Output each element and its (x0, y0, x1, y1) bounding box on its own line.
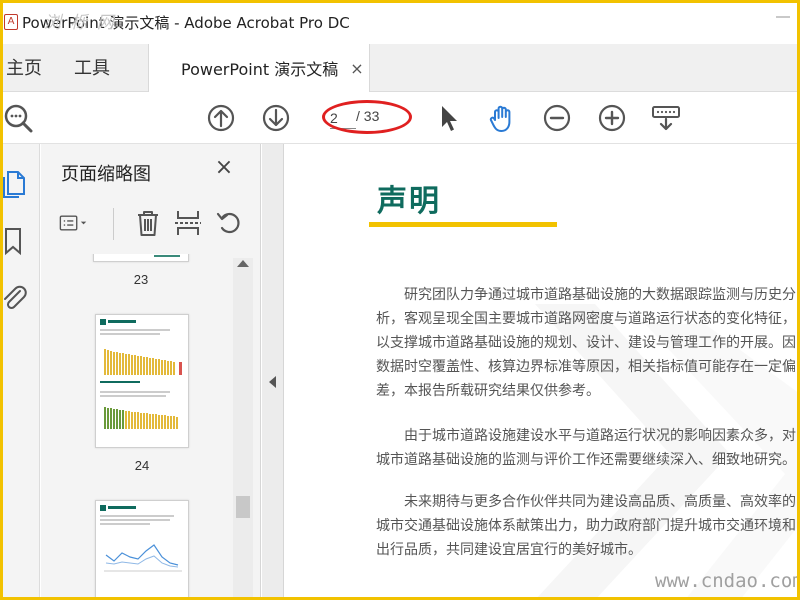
scroll-thumb[interactable] (236, 496, 250, 518)
tab-bar: 主页 工具 PowerPoint 演示文稿 × (0, 44, 800, 92)
tab-document[interactable]: PowerPoint 演示文稿 × (148, 44, 370, 92)
document-view[interactable]: 声明 研究团队力争通过城市道路基础设施的大数据跟踪监测与历史分析，客观呈现全国主… (285, 144, 800, 600)
extract-icon[interactable] (173, 208, 203, 238)
hand-tool-icon[interactable] (486, 102, 518, 134)
menu-home[interactable]: 主页 (6, 54, 42, 80)
menu-tools[interactable]: 工具 (74, 54, 110, 80)
collapse-arrow-icon[interactable] (269, 376, 276, 388)
corner-watermark: 浏 栎 网 (44, 13, 116, 33)
navigation-rail (0, 144, 40, 600)
page-thumbnails-icon[interactable] (0, 168, 28, 198)
zoom-in-icon[interactable] (596, 102, 628, 134)
acrobat-app-icon: A (4, 14, 18, 30)
thumbnail-24-preview (100, 319, 182, 429)
keyboard-icon[interactable] (650, 102, 682, 134)
thumbnail-page-25[interactable] (95, 500, 189, 600)
page-down-icon[interactable] (260, 102, 292, 134)
thumbnail-page-23[interactable] (93, 254, 189, 262)
zoom-out-icon[interactable] (541, 102, 573, 134)
panel-toolbar (41, 200, 261, 248)
thumbnail-list: 23 24 (49, 254, 233, 600)
window-control-mark (776, 16, 790, 26)
tab-label: PowerPoint 演示文稿 (181, 60, 339, 79)
title-bar: A PowerPoint 演示文稿 - Adobe Acrobat Pro DC (0, 0, 800, 44)
toolbar-divider (113, 208, 114, 240)
thumbnail-page-number: 23 (133, 272, 149, 287)
panel-close-icon[interactable]: × (213, 157, 235, 179)
page-thumbnails-panel: 页面缩略图 × 23 24 (41, 144, 261, 600)
heading-underline (369, 222, 557, 227)
search-icon[interactable] (2, 102, 34, 134)
rotate-icon[interactable] (215, 208, 245, 238)
page-navigation: / 33 (322, 100, 412, 134)
attachment-icon[interactable] (0, 282, 28, 312)
panel-title: 页面缩略图 (61, 164, 151, 185)
thumbnail-25-preview (100, 505, 182, 572)
tab-close-icon[interactable]: × (350, 59, 363, 78)
select-pointer-icon[interactable] (432, 102, 464, 134)
scroll-up-arrow-icon[interactable] (237, 260, 249, 267)
highlight-ellipse (322, 100, 412, 134)
page-up-icon[interactable] (205, 102, 237, 134)
site-watermark: www.cndao.com (655, 570, 800, 592)
thumbnail-scrollbar[interactable] (233, 258, 253, 600)
panel-collapse-strip[interactable] (262, 144, 284, 600)
bookmark-icon[interactable] (0, 226, 28, 256)
delete-icon[interactable] (133, 208, 163, 238)
thumbnail-page-number: 24 (134, 458, 150, 473)
options-menu-icon[interactable] (59, 208, 89, 238)
thumbnail-page-24[interactable] (95, 314, 189, 448)
paragraph-1: 研究团队力争通过城市道路基础设施的大数据跟踪监测与历史分析，客观呈现全国主要城市… (376, 287, 796, 399)
paragraph-2: 由于城市道路设施建设水平与道路运行状况的影响因素众多，对城市道路基础设施的监测与… (376, 428, 796, 468)
paragraph-3: 未来期待与更多合作伙伴共同为建设高品质、高质量、高效率的城市交通基础设施体系献策… (376, 494, 796, 558)
document-heading: 声明 (377, 184, 441, 219)
